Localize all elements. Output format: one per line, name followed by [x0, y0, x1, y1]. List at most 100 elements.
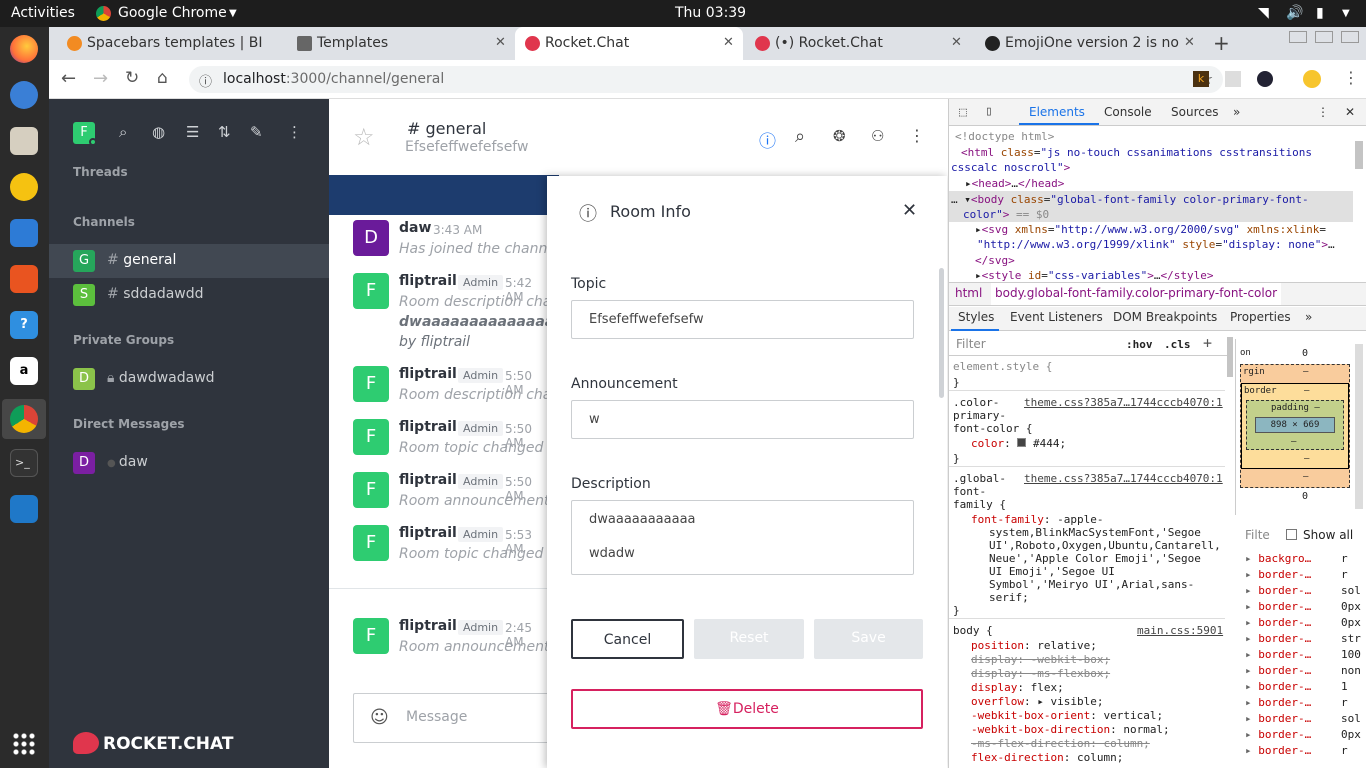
delete-button[interactable]: 🗑︎Delete	[571, 689, 923, 729]
computed-property-row[interactable]: ▸ border-… r	[1245, 568, 1363, 584]
emoji-extension-icon[interactable]	[1303, 70, 1321, 88]
expand-arrow-icon[interactable]: ▸	[1245, 616, 1258, 629]
volume-icon[interactable]: 🔊	[1286, 5, 1303, 21]
expand-arrow-icon[interactable]: ▸	[1245, 584, 1258, 597]
help-icon[interactable]: ?	[10, 311, 38, 339]
new-rule-plus-icon[interactable]: +	[1203, 334, 1212, 352]
devtools-menu-icon[interactable]: ⋮	[1317, 105, 1329, 119]
save-button[interactable]: Save	[814, 619, 923, 659]
hov-toggle[interactable]: :hov	[1126, 338, 1153, 351]
message-username[interactable]: fliptrail	[399, 618, 457, 634]
css-selector[interactable]: body {	[953, 624, 993, 637]
tab-templates[interactable]: Templates ✕	[287, 27, 515, 60]
user-avatar[interactable]: D	[353, 220, 389, 256]
tab-dom-breakpoints[interactable]: DOM Breakpoints	[1113, 310, 1217, 324]
create-new-icon[interactable]: ✎	[250, 123, 263, 141]
sidebar-item-general[interactable]: G # general	[49, 244, 329, 278]
emoji-picker-icon[interactable]: ☺	[370, 707, 389, 728]
css-selector[interactable]: .color-	[953, 396, 999, 409]
dom-doctype[interactable]: <!doctype html>	[955, 130, 1054, 143]
styles-scrollbar[interactable]	[1227, 337, 1233, 377]
computed-property-row[interactable]: ▸ border-… 100	[1245, 648, 1363, 664]
chevron-down-icon[interactable]: ▼	[229, 8, 237, 19]
css-declaration[interactable]: -webkit-box-orient: vertical;	[971, 709, 1163, 722]
rhythmbox-icon[interactable]	[10, 173, 38, 201]
user-avatar[interactable]: F	[353, 366, 389, 402]
breadcrumb-body[interactable]: body.global-font-family.color-primary-fo…	[991, 283, 1282, 305]
message-input-placeholder[interactable]: Message	[406, 709, 467, 725]
address-bar[interactable]: ⓘ localhost:3000/channel/general ☆	[189, 66, 1223, 93]
dom-svg-node[interactable]: ▸<svg xmlns="http://www.w3.org/2000/svg"…	[975, 223, 1326, 236]
expand-arrow-icon[interactable]: ▸	[1245, 568, 1258, 581]
css-declaration[interactable]: display: flex;	[971, 681, 1064, 694]
system-menu-chevron-icon[interactable]: ▼	[1342, 8, 1350, 19]
home-icon[interactable]: ⌂	[157, 68, 168, 88]
cancel-button[interactable]: Cancel	[571, 619, 684, 659]
firefox-icon[interactable]	[10, 35, 38, 63]
user-avatar[interactable]: F	[353, 419, 389, 455]
search-messages-icon[interactable]: ⌕	[795, 126, 805, 147]
breadcrumb-html[interactable]: html	[955, 286, 982, 300]
members-icon[interactable]: ⚇	[871, 127, 884, 145]
threads-link[interactable]: Threads	[73, 165, 128, 179]
menu-kebab-icon[interactable]: ⋮	[287, 123, 302, 141]
forward-arrow-icon[interactable]: →	[93, 68, 108, 89]
close-icon[interactable]: ✕	[1181, 35, 1193, 50]
more-style-tabs-icon[interactable]: »	[1305, 310, 1312, 324]
computed-property-row[interactable]: ▸ border-… 0px	[1245, 616, 1363, 632]
expand-arrow-icon[interactable]: ▸	[1245, 728, 1258, 741]
expand-arrow-icon[interactable]: ▸	[1245, 680, 1258, 693]
files-icon[interactable]	[10, 127, 38, 155]
close-icon[interactable]: ✕	[951, 35, 962, 50]
computed-property-row[interactable]: ▸ border-… 1	[1245, 680, 1363, 696]
computed-property-row[interactable]: ▸ border-… 0px	[1245, 728, 1363, 744]
close-devtools-icon[interactable]: ✕	[1345, 105, 1355, 119]
clock[interactable]: Thu 03:39	[675, 5, 746, 21]
message-username[interactable]: fliptrail	[399, 419, 457, 435]
sidebar-item-dawdwadawd[interactable]: D 🔒︎ dawdwadawd	[49, 362, 329, 396]
css-declaration[interactable]: position: relative;	[971, 639, 1097, 652]
css-declaration-overridden[interactable]: display: -webkit-box;	[971, 653, 1110, 666]
show-all-checkbox[interactable]	[1286, 529, 1297, 540]
directory-globe-icon[interactable]: ◍	[152, 123, 165, 141]
thunderbird-icon[interactable]	[10, 81, 38, 109]
dom-style-node[interactable]: ▸<style id="css-variables">…</style>	[975, 269, 1213, 282]
css-source-link[interactable]: theme.css?385a7…1744cccb4070:1	[1024, 472, 1223, 485]
styles-filter-input[interactable]: Filter	[956, 337, 986, 351]
app-menu[interactable]: Google Chrome	[118, 5, 227, 21]
tab-spacebars[interactable]: Spacebars templates | BI	[57, 27, 289, 60]
close-icon[interactable]: ✕	[723, 35, 734, 50]
expand-arrow-icon[interactable]: ▸	[1245, 552, 1258, 565]
activities-button[interactable]: Activities	[11, 5, 75, 21]
more-tabs-icon[interactable]: »	[1233, 105, 1240, 119]
dom-head-node[interactable]: ▸<head>…</head>	[965, 177, 1064, 190]
message-username[interactable]: fliptrail	[399, 472, 457, 488]
css-declaration[interactable]: overflow: ▸ visible;	[971, 695, 1103, 708]
message-username[interactable]: fliptrail	[399, 273, 457, 289]
tab-event-listeners[interactable]: Event Listeners	[1010, 310, 1103, 324]
user-avatar[interactable]: F	[353, 472, 389, 508]
css-declaration-overridden[interactable]: -ms-flex-direction: column;	[971, 737, 1150, 750]
tab-styles[interactable]: Styles	[958, 310, 994, 324]
search-icon[interactable]: ⌕	[119, 123, 127, 141]
new-tab-plus-icon[interactable]: +	[1213, 31, 1230, 55]
css-declaration[interactable]: -webkit-box-direction: normal;	[971, 723, 1170, 736]
extension-gauge-icon[interactable]	[1257, 71, 1273, 87]
favorite-star-icon[interactable]: ☆	[353, 123, 375, 151]
computed-property-row[interactable]: ▸ border-… non	[1245, 664, 1363, 680]
announcement-input[interactable]: w	[571, 400, 914, 439]
expand-arrow-icon[interactable]: ▸	[1245, 648, 1258, 661]
user-avatar[interactable]: F	[353, 525, 389, 561]
inspect-element-icon[interactable]: ⬚	[959, 105, 967, 120]
tab-console[interactable]: Console	[1104, 105, 1152, 119]
close-icon[interactable]: ✕	[495, 35, 506, 50]
computed-filter-input[interactable]: Filte	[1245, 528, 1270, 542]
message-username[interactable]: fliptrail	[399, 525, 457, 541]
message-username[interactable]: fliptrail	[399, 366, 457, 382]
chrome-icon[interactable]	[10, 405, 38, 433]
css-selector[interactable]: .global-	[953, 472, 1006, 485]
tab-emojione[interactable]: EmojiOne version 2 is no ✕	[975, 27, 1193, 60]
software-icon[interactable]	[10, 265, 38, 293]
css-declaration[interactable]: color: #444;	[971, 437, 1066, 450]
expand-arrow-icon[interactable]: ▸	[1245, 712, 1258, 725]
